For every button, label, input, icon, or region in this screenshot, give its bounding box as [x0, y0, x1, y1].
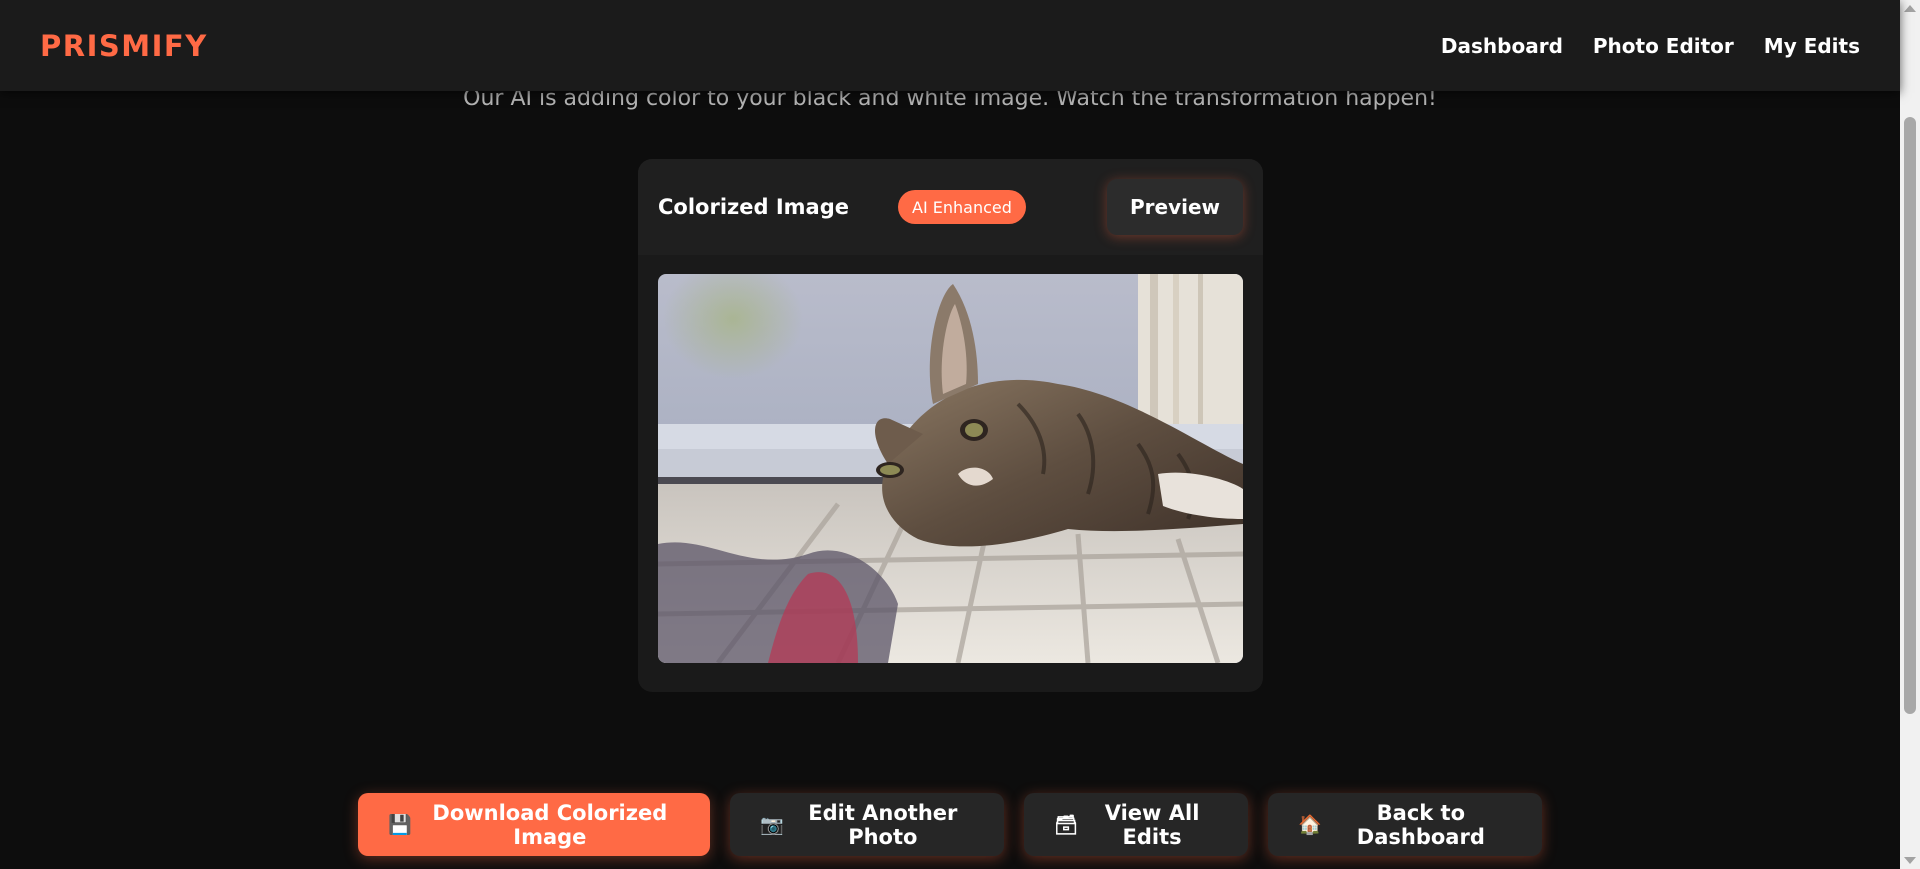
- action-buttons: 💾 Download Colorized Image 📷 Edit Anothe…: [0, 793, 1900, 856]
- card-header: Colorized Image AI Enhanced Preview: [638, 159, 1263, 255]
- nav-photo-editor-link[interactable]: Photo Editor: [1593, 34, 1734, 58]
- download-colorized-label: Download Colorized Image: [432, 800, 668, 849]
- top-navbar: PRISMIFY Dashboard Photo Editor My Edits: [0, 0, 1900, 91]
- card-file-box-icon: 🗃: [1054, 814, 1079, 836]
- scroll-down-arrow-icon[interactable]: [1904, 857, 1916, 864]
- floppy-disk-icon: 💾: [388, 814, 412, 836]
- page-scrollbar[interactable]: [1900, 0, 1920, 869]
- scroll-up-arrow-icon[interactable]: [1904, 5, 1916, 12]
- scrollbar-thumb[interactable]: [1904, 117, 1916, 714]
- back-to-dashboard-button[interactable]: 🏠 Back to Dashboard: [1268, 793, 1542, 856]
- main-nav: Dashboard Photo Editor My Edits: [1441, 34, 1860, 58]
- edit-another-photo-button[interactable]: 📷 Edit Another Photo: [730, 793, 1004, 856]
- edit-another-photo-label: Edit Another Photo: [808, 800, 958, 849]
- app-logo[interactable]: PRISMIFY: [40, 29, 208, 63]
- card-title: Colorized Image: [658, 195, 849, 219]
- camera-icon: 📷: [760, 814, 784, 836]
- download-colorized-button[interactable]: 💾 Download Colorized Image: [358, 793, 710, 856]
- nav-my-edits-link[interactable]: My Edits: [1764, 34, 1860, 58]
- ai-enhanced-badge: AI Enhanced: [898, 190, 1026, 224]
- cat-photo-illustration: [658, 274, 1243, 663]
- view-all-edits-button[interactable]: 🗃 View All Edits: [1024, 793, 1248, 856]
- back-to-dashboard-label: Back to Dashboard: [1356, 800, 1485, 849]
- view-all-edits-label: View All Edits: [1104, 800, 1200, 849]
- preview-button[interactable]: Preview: [1107, 179, 1243, 235]
- home-icon: 🏠: [1298, 814, 1322, 836]
- colorized-image-card: Colorized Image AI Enhanced Preview: [638, 159, 1263, 692]
- colorized-image[interactable]: [658, 274, 1243, 663]
- nav-dashboard-link[interactable]: Dashboard: [1441, 34, 1563, 58]
